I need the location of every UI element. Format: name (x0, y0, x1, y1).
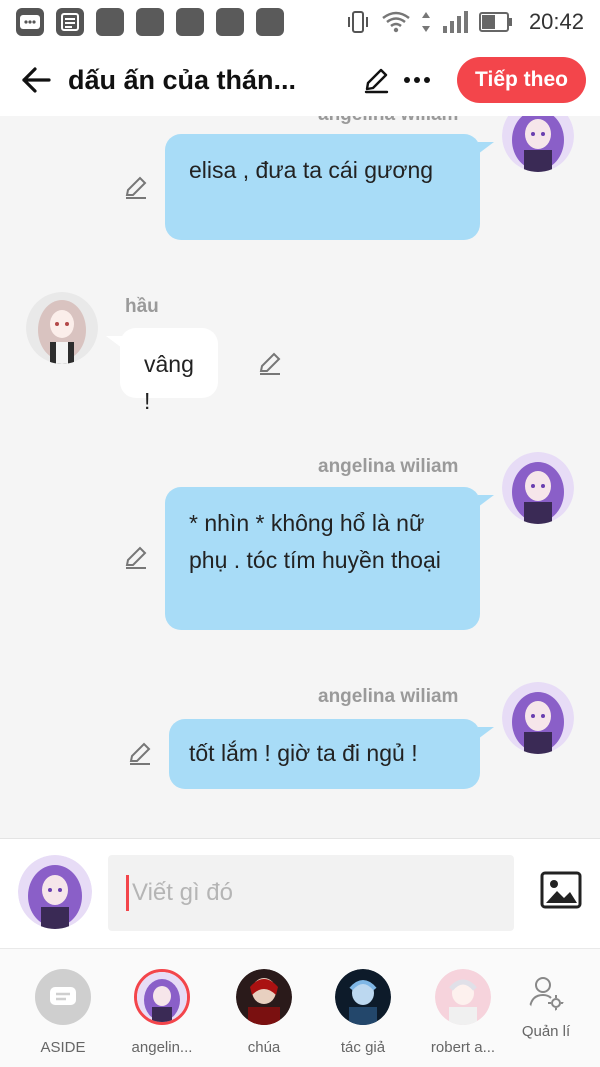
wifi-icon (382, 11, 410, 33)
app-notification-icon (256, 8, 284, 36)
text-caret (126, 875, 129, 911)
character-avatar (134, 969, 190, 1025)
message-sender: angelina wiliam (318, 456, 459, 477)
character-avatar[interactable] (502, 452, 574, 524)
manage-icon-holder (526, 973, 566, 1013)
signal-icon (442, 11, 468, 33)
message-sender: angelina wiliam (318, 116, 458, 126)
character-aside[interactable]: ASIDE (13, 969, 113, 1056)
bubble-tail (478, 727, 494, 739)
message-composer (0, 838, 600, 948)
person-settings-icon (529, 977, 564, 1011)
system-status: 20:42 (345, 9, 584, 35)
character-label: Quản lí (521, 1023, 571, 1040)
bubble-tail (478, 495, 494, 507)
character-avatar[interactable] (502, 682, 574, 754)
character-label: ASIDE (40, 1039, 86, 1056)
more-options-button[interactable] (402, 64, 432, 96)
app-root: 20:42 dấu ấn của thán... Tiếp theo angel… (0, 0, 600, 1067)
status-bar: 20:42 (0, 0, 600, 44)
more-dots-icon (404, 77, 430, 83)
bubble-tail (106, 336, 122, 348)
character-avatar (335, 969, 391, 1025)
character-angelina[interactable]: angelin... (112, 969, 212, 1056)
data-arrows-icon (421, 12, 430, 32)
chat-scroll-area[interactable]: angelina wiliam elisa , đưa ta cái gương… (0, 116, 600, 838)
aside-avatar (35, 969, 91, 1025)
edit-message-button[interactable] (122, 174, 150, 202)
messages-notification-icon (16, 8, 44, 36)
character-label: chúa (247, 1039, 281, 1056)
pencil-icon (364, 68, 389, 94)
character-label: robert a... (430, 1039, 496, 1056)
current-character-avatar[interactable] (18, 855, 92, 929)
message-bubble[interactable]: * nhìn * không hổ là nữ phụ . tóc tím hu… (165, 487, 480, 630)
app-notification-icon (96, 8, 124, 36)
message-bubble[interactable]: vâng ! (120, 328, 218, 414)
character-tac-gia[interactable]: tác giả (313, 969, 413, 1056)
app-notification-icon (216, 8, 244, 36)
app-notification-icon (176, 8, 204, 36)
pencil-icon (129, 742, 151, 765)
message-input[interactable] (132, 855, 502, 931)
edit-message-button[interactable] (126, 740, 154, 768)
back-arrow-icon (22, 67, 51, 93)
chat-bubble-icon (50, 987, 76, 1005)
message-bubble[interactable]: elisa , đưa ta cái gương (165, 134, 480, 240)
message-sender: hầu (125, 296, 159, 317)
character-label: angelin... (131, 1039, 193, 1056)
insert-image-button[interactable] (540, 871, 584, 915)
pencil-icon (125, 546, 147, 569)
top-app-bar: dấu ấn của thán... Tiếp theo (0, 44, 600, 116)
story-title: dấu ấn của thán... (68, 64, 297, 95)
edit-message-button[interactable] (256, 350, 284, 378)
next-button[interactable]: Tiếp theo (457, 57, 586, 103)
back-button[interactable] (18, 62, 54, 98)
app-notification-icon (136, 8, 164, 36)
image-icon (540, 871, 582, 909)
message-bubble[interactable]: tốt lắm ! giờ ta đi ngủ ! (169, 719, 480, 789)
character-label: tác giả (340, 1039, 386, 1056)
news-notification-icon (56, 8, 84, 36)
status-time: 20:42 (528, 9, 584, 34)
edit-message-button[interactable] (122, 544, 150, 572)
character-avatar[interactable] (502, 116, 574, 172)
pencil-icon (125, 176, 147, 199)
vibrate-icon (347, 11, 368, 33)
character-chua[interactable]: chúa (214, 969, 314, 1056)
bubble-tail (478, 142, 494, 154)
message-sender: angelina wiliam (318, 686, 459, 707)
pencil-icon (259, 352, 281, 375)
battery-icon (478, 12, 512, 32)
manage-characters-button[interactable]: Quản lí (496, 973, 596, 1040)
character-avatar[interactable] (26, 292, 98, 364)
message-input-container (108, 855, 514, 931)
character-avatar (435, 969, 491, 1025)
character-selector-bar: ASIDE angelin... chúa tác giả robert a..… (0, 948, 600, 1067)
notification-icons (16, 8, 284, 36)
character-avatar (236, 969, 292, 1025)
edit-title-button[interactable] (360, 64, 392, 96)
